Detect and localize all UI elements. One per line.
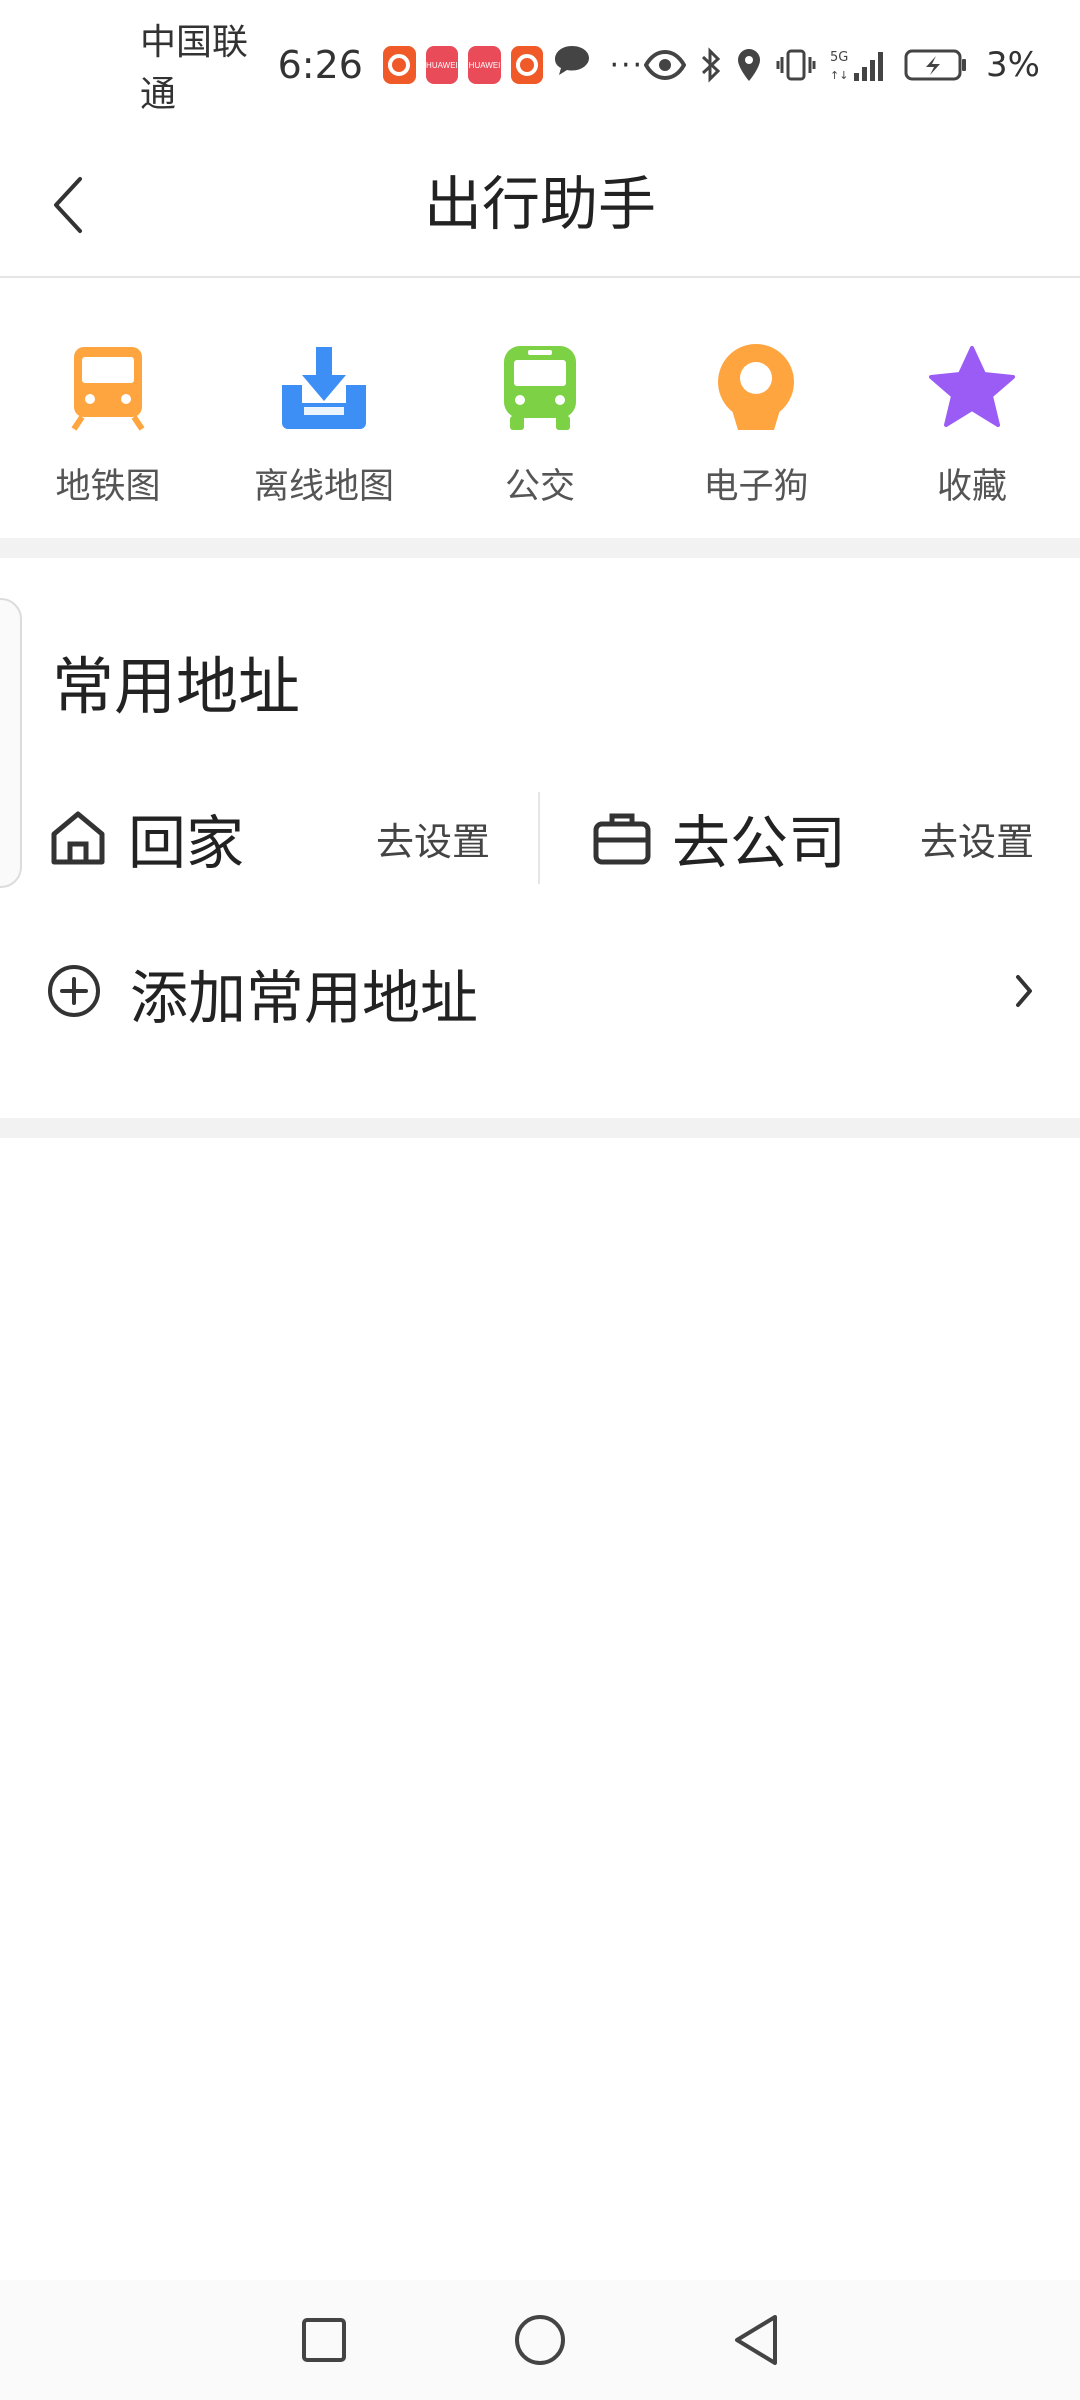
message-bubble-icon [553, 44, 591, 87]
eye-icon [644, 50, 687, 80]
home-icon [46, 806, 110, 870]
bus-icon [492, 340, 588, 436]
subway-icon [60, 340, 156, 436]
chevron-left-icon [54, 177, 82, 233]
home-address-item[interactable]: 回家 去设置 [46, 778, 490, 898]
section-divider [0, 1118, 1080, 1138]
travel-assistant-screen: 中国联通 6:26 HUAWEI HUAWEI ··· 5G ↑↓ 3% 出行助… [0, 0, 1080, 2400]
clock-time: 6:26 [277, 43, 363, 87]
section-title: 常用地址 [52, 650, 301, 723]
quick-action-label: 电子狗 [703, 467, 809, 507]
square-icon [302, 2318, 346, 2362]
status-right: 5G ↑↓ 3% [644, 45, 1040, 85]
quick-action-subway-map[interactable]: 地铁图 [0, 340, 216, 538]
location-icon [736, 47, 762, 83]
quick-actions-row: 地铁图 离线地图 公交 电子狗 收藏 [0, 280, 1080, 538]
more-notifications-icon: ··· [609, 47, 645, 83]
quick-action-label: 地铁图 [55, 467, 161, 507]
add-address-label: 添加常用地址 [130, 964, 479, 1032]
section-divider [0, 538, 1080, 558]
common-addresses-section: 常用地址 回家 去设置 去公司 去设置 添加常用地址 [0, 558, 1080, 1118]
work-setup-button[interactable]: 去设置 [920, 811, 1034, 866]
vertical-divider [538, 792, 540, 884]
svg-text:↑↓: ↑↓ [830, 69, 848, 82]
add-common-address-row[interactable]: 添加常用地址 [46, 933, 1036, 1053]
work-address-item[interactable]: 去公司 去设置 [590, 778, 1034, 898]
app-notification-icon [510, 46, 544, 84]
app-notification-icon [382, 46, 416, 84]
quick-action-speed-camera[interactable]: 电子狗 [648, 340, 864, 538]
back-button[interactable] [50, 160, 130, 250]
home-label: 回家 [128, 809, 245, 877]
briefcase-icon [590, 806, 654, 870]
battery-icon [904, 48, 968, 82]
signal-5g-icon: 5G ↑↓ [830, 47, 890, 83]
quick-action-label: 离线地图 [253, 467, 394, 507]
circle-icon [515, 2315, 565, 2365]
system-navigation-bar [0, 2280, 1080, 2400]
status-left: 中国联通 6:26 HUAWEI HUAWEI ··· [140, 13, 644, 117]
battery-percent: 3% [986, 45, 1040, 85]
back-nav-button[interactable] [724, 2308, 788, 2372]
chevron-right-icon [1012, 971, 1036, 1015]
triangle-back-icon [735, 2315, 777, 2365]
home-setup-button[interactable]: 去设置 [376, 811, 490, 866]
bluetooth-icon [700, 47, 722, 83]
offline-download-icon [276, 340, 372, 436]
camera-dog-icon [708, 340, 804, 436]
svg-text:5G: 5G [830, 50, 848, 65]
quick-action-offline-map[interactable]: 离线地图 [216, 340, 432, 538]
home-work-row: 回家 去设置 去公司 去设置 [0, 778, 1080, 898]
recents-button[interactable] [292, 2308, 356, 2372]
home-button[interactable] [508, 2308, 572, 2372]
work-label: 去公司 [672, 809, 847, 877]
quick-action-label: 收藏 [936, 467, 1007, 507]
quick-action-bus[interactable]: 公交 [432, 340, 648, 538]
status-bar: 中国联通 6:26 HUAWEI HUAWEI ··· 5G ↑↓ 3% [0, 0, 1080, 130]
star-icon [924, 340, 1020, 436]
huawei-appgallery-icon: HUAWEI [468, 46, 501, 84]
carrier-label: 中国联通 [140, 22, 249, 115]
top-app-bar: 出行助手 [0, 130, 1080, 278]
quick-action-favorites[interactable]: 收藏 [864, 340, 1080, 538]
quick-action-label: 公交 [504, 467, 575, 507]
page-title: 出行助手 [423, 170, 656, 238]
add-circle-icon [46, 963, 102, 1023]
vibrate-icon [776, 47, 816, 83]
huawei-appgallery-icon: HUAWEI [425, 46, 459, 84]
